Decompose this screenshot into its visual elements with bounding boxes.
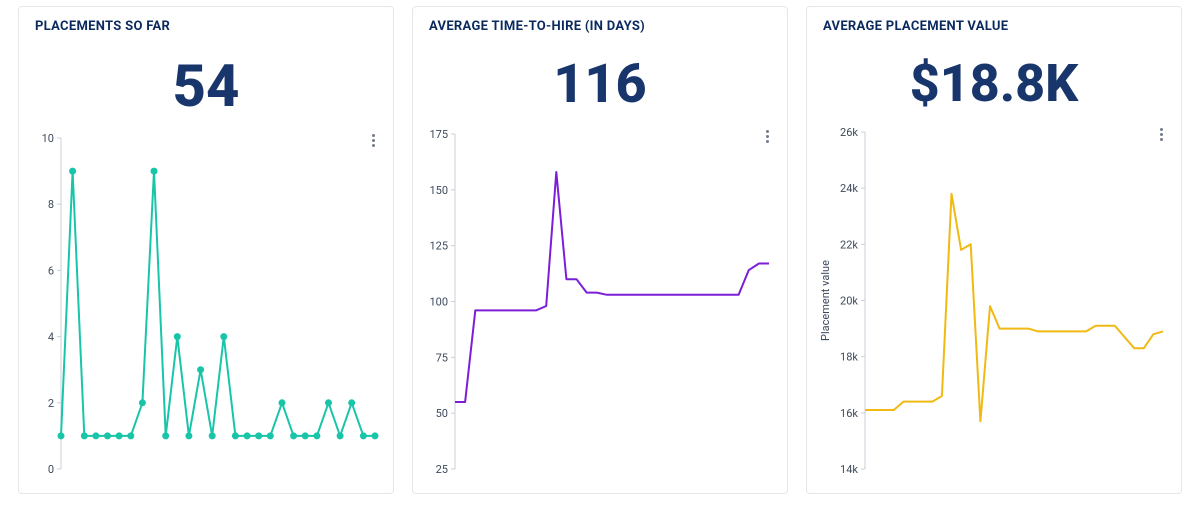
svg-text:175: 175: [429, 128, 448, 141]
svg-text:10: 10: [42, 132, 54, 145]
svg-text:25: 25: [436, 463, 448, 476]
chart-area: 0 2 4 6 8 10: [19, 126, 393, 493]
svg-text:16k: 16k: [840, 407, 858, 420]
svg-text:0: 0: [48, 463, 54, 476]
svg-text:24k: 24k: [840, 182, 858, 195]
placements-card: PLACEMENTS SO FAR 54 0 2 4 6 8 10: [18, 6, 394, 494]
chart-area: 25 50 75 100 125 150 175: [413, 122, 787, 493]
card-title: AVERAGE TIME-TO-HIRE (IN DAYS): [413, 7, 787, 42]
svg-text:14k: 14k: [840, 463, 858, 476]
chart-area: 14k 16k 18k 20k 22k 24k 26k Placement value: [807, 120, 1181, 493]
svg-text:2: 2: [48, 397, 54, 410]
card-title: AVERAGE PLACEMENT VALUE: [807, 7, 1181, 42]
kpi-value: 54: [19, 42, 393, 126]
card-title: PLACEMENTS SO FAR: [19, 7, 393, 42]
svg-text:Placement value: Placement value: [819, 260, 832, 341]
svg-text:20k: 20k: [840, 295, 858, 308]
svg-text:6: 6: [48, 264, 54, 277]
dashboard-row: PLACEMENTS SO FAR 54 0 2 4 6 8 10 AVERAGE TIM…: [0, 0, 1200, 512]
time-to-hire-chart: 25 50 75 100 125 150 175: [423, 122, 777, 479]
svg-text:26k: 26k: [840, 126, 858, 139]
placement-value-card: AVERAGE PLACEMENT VALUE $18.8K 14k 16k 18k…: [806, 6, 1182, 494]
svg-text:150: 150: [429, 184, 448, 197]
svg-text:4: 4: [48, 331, 54, 344]
svg-text:75: 75: [436, 351, 448, 364]
placement-value-chart: 14k 16k 18k 20k 22k 24k 26k Placement value: [817, 120, 1171, 479]
kpi-value: 116: [413, 42, 787, 122]
svg-text:50: 50: [436, 407, 448, 420]
svg-text:100: 100: [429, 296, 448, 309]
kebab-menu-icon[interactable]: [759, 128, 775, 144]
svg-text:125: 125: [429, 240, 448, 253]
placements-chart: 0 2 4 6 8 10: [29, 126, 383, 479]
svg-text:18k: 18k: [840, 351, 858, 364]
kebab-menu-icon[interactable]: [1153, 126, 1169, 142]
time-to-hire-card: AVERAGE TIME-TO-HIRE (IN DAYS) 116 25 50 7…: [412, 6, 788, 494]
kebab-menu-icon[interactable]: [365, 132, 381, 148]
svg-text:22k: 22k: [840, 238, 858, 251]
kpi-value: $18.8K: [807, 42, 1181, 120]
svg-text:8: 8: [48, 198, 54, 211]
